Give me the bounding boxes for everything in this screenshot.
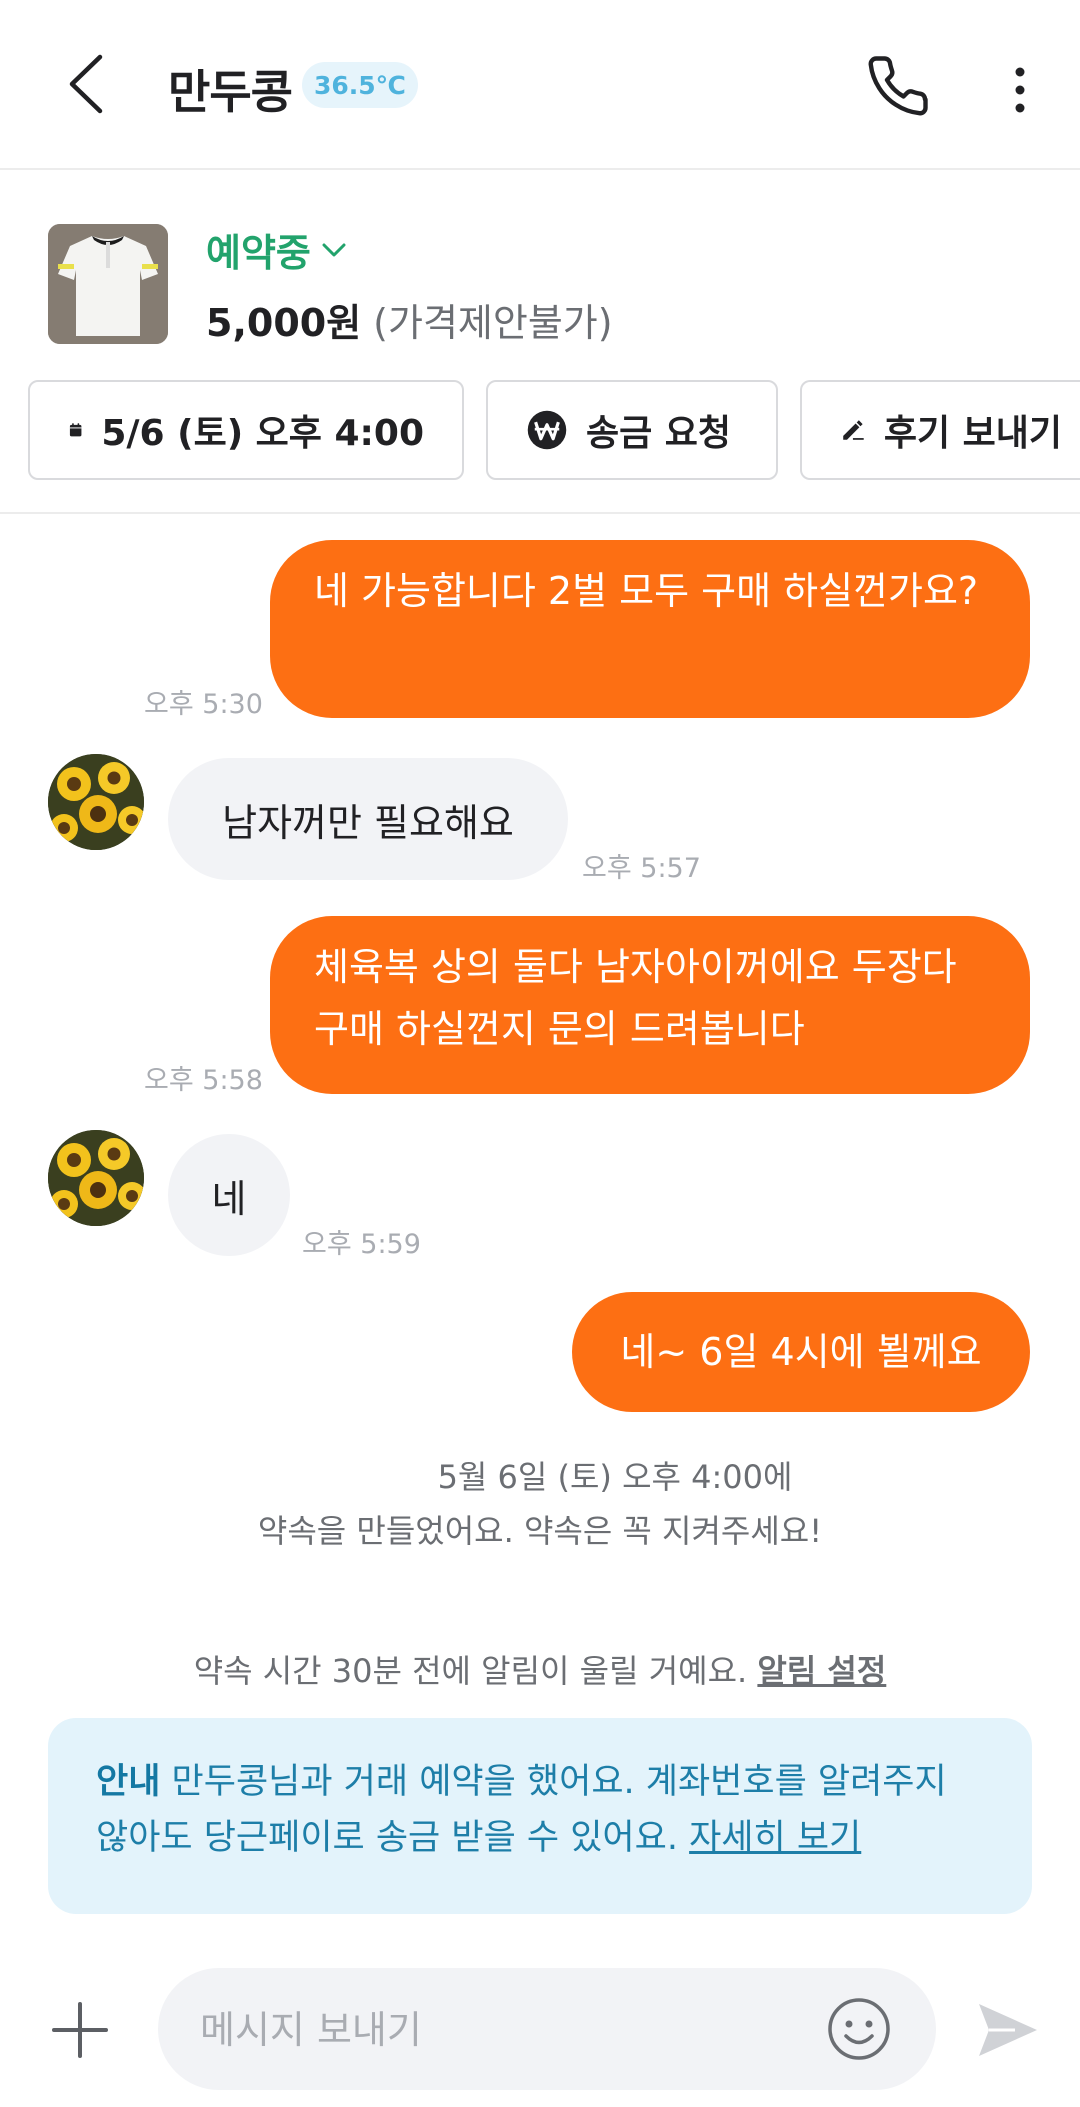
product-price-row: 5,000원 (가격제안불가): [206, 292, 613, 347]
message-bubble-sent[interactable]: 네 가능합니다 2벌 모두 구매 하실껀가요?: [270, 540, 1030, 718]
message-text: 네: [211, 1176, 247, 1221]
appointment-line-2: 약속을 만들었어요. 약속은 꼭 지켜주세요!: [257, 1512, 823, 1550]
schedule-button[interactable]: 5/6 (토) 오후 4:00: [28, 380, 464, 480]
notice-label: 안내: [96, 1762, 161, 1802]
message-time: 오후 5:57: [582, 853, 701, 884]
message-input-container: [158, 1968, 936, 2092]
alarm-settings-link[interactable]: 알림 설정: [757, 1652, 886, 1690]
emoji-button[interactable]: [826, 1996, 892, 2062]
partner-avatar[interactable]: [48, 1130, 144, 1226]
message-bubble-sent[interactable]: 체육복 상의 둘다 남자아이꺼에요 두장다 구매 하실껀지 문의 드려봅니다: [270, 916, 1030, 1094]
appointment-line-1: 5월 6일 (토) 오후 4:00에: [437, 1458, 793, 1496]
more-options-button[interactable]: [996, 52, 1044, 128]
notice-details-link[interactable]: 자세히 보기: [689, 1818, 861, 1858]
remit-request-button[interactable]: 송금 요청: [486, 380, 778, 480]
message-text: 남자꺼만 필요해요: [222, 800, 514, 845]
trade-status-dropdown[interactable]: 예약중: [206, 222, 347, 277]
emoji-icon: [828, 1998, 890, 2060]
product-thumbnail[interactable]: [48, 224, 168, 344]
message-text: 체육복 상의 둘다 남자아이꺼에요 두장다 구매 하실껀지 문의 드려봅니다: [314, 945, 957, 1051]
product-price: 5,000원: [206, 301, 362, 345]
manner-temperature-badge[interactable]: 36.5℃: [302, 62, 418, 108]
message-input[interactable]: [198, 1968, 802, 2092]
pencil-icon: [843, 420, 864, 440]
review-button[interactable]: 후기 보내기: [800, 380, 1080, 480]
alarm-system-message: 약속 시간 30분 전에 알림이 울릴 거예요. 알림 설정: [0, 1644, 1080, 1698]
message-bubble-sent[interactable]: 네~ 6일 4시에 뵐께요: [572, 1292, 1030, 1412]
won-icon: [527, 410, 567, 450]
call-button[interactable]: [862, 48, 934, 124]
remit-label: 송금 요청: [586, 413, 732, 454]
appointment-system-message: 5월 6일 (토) 오후 4:00에 약속을 만들었어요. 약속은 꼭 지켜주세…: [0, 1450, 1080, 1558]
partner-avatar[interactable]: [48, 754, 144, 850]
back-button[interactable]: [56, 52, 116, 116]
back-arrow-icon: [69, 54, 103, 114]
chevron-down-icon: [322, 243, 346, 256]
chat-partner-name: 만두콩: [168, 65, 293, 119]
plus-icon: [52, 2002, 108, 2058]
more-vertical-icon: [1015, 67, 1025, 113]
sunflower-avatar-image: [48, 754, 144, 850]
message-time: 오후 5:59: [302, 1229, 421, 1260]
header-divider: [0, 512, 1080, 514]
message-time: 오후 5:30: [144, 689, 263, 720]
attach-button[interactable]: [46, 1996, 114, 2064]
calendar-icon: [69, 423, 82, 437]
sunflower-avatar-image: [48, 1130, 144, 1226]
message-bubble-received[interactable]: 남자꺼만 필요해요: [168, 758, 568, 880]
review-label: 후기 보내기: [883, 413, 1062, 454]
message-text: 네~ 6일 4시에 뵐께요: [620, 1330, 982, 1374]
send-icon: [979, 2004, 1037, 2056]
price-note: (가격제안불가): [373, 301, 613, 345]
trade-status-label: 예약중: [206, 231, 311, 275]
message-text: 네 가능합니다 2벌 모두 구매 하실껀가요?: [314, 569, 979, 613]
alarm-text: 약속 시간 30분 전에 알림이 울릴 거예요.: [193, 1652, 748, 1690]
send-button[interactable]: [968, 1990, 1048, 2070]
message-time: 오후 5:58: [144, 1065, 263, 1096]
notice-banner: 안내 만두콩님과 거래 예약을 했어요. 계좌번호를 알려주지 않아도 당근페이…: [48, 1718, 1032, 1914]
product-shirt-image: [48, 224, 168, 344]
phone-icon: [868, 56, 928, 116]
message-bubble-received[interactable]: 네: [168, 1134, 290, 1256]
schedule-label: 5/6 (토) 오후 4:00: [101, 413, 424, 454]
